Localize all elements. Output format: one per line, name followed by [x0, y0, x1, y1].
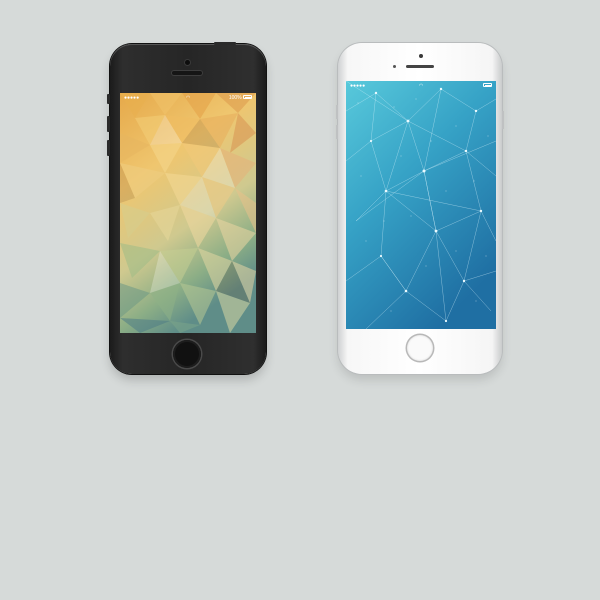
home-button — [407, 335, 433, 361]
home-button — [173, 340, 201, 368]
earpiece-speaker — [172, 71, 202, 75]
battery-status — [483, 81, 492, 91]
earpiece-speaker — [406, 65, 434, 68]
status-bar: ●●●●● ◠ 100% — [120, 93, 256, 103]
sleep-button — [214, 42, 236, 45]
blue-network-wallpaper-screen: ●●●●● ◠ — [346, 81, 496, 329]
volume-up-button — [107, 116, 110, 132]
mute-switch — [107, 94, 110, 104]
status-bar: ●●●●● ◠ — [346, 81, 496, 91]
product-stage: ●●●●● ◠ 100% ●●●●● ◠ — [0, 0, 600, 600]
dark-smartphone: ●●●●● ◠ 100% — [107, 42, 266, 374]
warm-polygon-wallpaper-screen: ●●●●● ◠ 100% — [120, 93, 256, 333]
sleep-button — [502, 111, 504, 129]
volume-button — [336, 125, 338, 139]
front-camera-icon — [185, 60, 190, 65]
front-camera-icon — [419, 54, 423, 58]
low-poly-wallpaper — [120, 93, 256, 333]
volume-down-button — [107, 140, 110, 156]
battery-icon — [243, 95, 252, 100]
battery-status: 100% — [229, 93, 252, 103]
battery-label: 100% — [228, 95, 242, 101]
wifi-icon: ◠ — [418, 83, 424, 89]
proximity-sensor-icon — [393, 65, 396, 68]
white-smartphone: ●●●●● ◠ — [336, 43, 504, 374]
constellation-wallpaper — [346, 81, 496, 329]
battery-icon — [483, 83, 492, 88]
volume-button — [336, 105, 338, 119]
